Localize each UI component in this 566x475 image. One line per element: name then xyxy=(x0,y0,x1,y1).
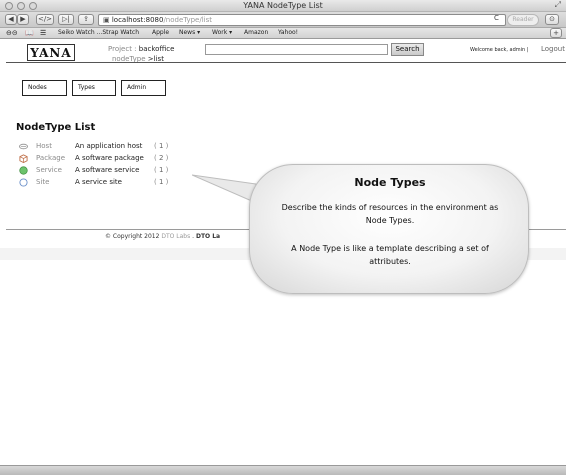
nodetype-description: An application host xyxy=(75,142,143,150)
node-types-callout: Node Types Describe the kinds of resourc… xyxy=(249,164,529,294)
bookmark-item[interactable]: Amazon xyxy=(244,29,268,36)
site-icon: ▣ xyxy=(103,16,112,24)
footer-separator: . xyxy=(192,233,195,240)
site-icon xyxy=(19,178,28,187)
service-icon xyxy=(19,166,28,175)
window-titlebar: YANA NodeType List ⤢ xyxy=(0,0,566,12)
callout-text-2: A Node Type is like a template describin… xyxy=(291,244,489,266)
yana-logo[interactable]: YANA xyxy=(27,44,75,61)
share-button[interactable]: ⇪ xyxy=(78,14,94,25)
window-title: YANA NodeType List xyxy=(243,1,323,10)
media-button[interactable]: ▷| xyxy=(58,14,74,25)
header-divider xyxy=(6,62,566,63)
reader-button[interactable]: Reader xyxy=(507,14,539,26)
callout-text-1: Describe the kinds of resources in the e… xyxy=(281,203,499,225)
fullscreen-icon[interactable]: ⤢ xyxy=(555,0,561,10)
nodetype-count[interactable]: ( 1 ) xyxy=(154,165,168,176)
project-label: Project : xyxy=(108,45,137,53)
downloads-button[interactable]: ⊙ xyxy=(545,14,559,25)
url-host: localhost:8080 xyxy=(111,16,164,24)
list-item: Host An application host ( 1 ) xyxy=(19,141,259,152)
back-button[interactable]: ◀ xyxy=(5,14,17,25)
dtolabs-link-2[interactable]: DTO La xyxy=(196,233,220,240)
add-tab-button[interactable]: + xyxy=(550,28,562,38)
copyright-text: © Copyright 2012 xyxy=(105,233,160,240)
package-icon xyxy=(19,154,28,163)
page-title: NodeType List xyxy=(16,122,96,133)
forward-button[interactable]: ▶ xyxy=(17,14,29,25)
nodetype-count[interactable]: ( 1 ) xyxy=(154,141,168,152)
bookmark-item[interactable]: Work ▾ xyxy=(212,29,232,36)
nodetype-name[interactable]: Site xyxy=(36,177,49,188)
search-button[interactable]: Search xyxy=(391,43,424,56)
nodetype-name[interactable]: Service xyxy=(36,165,62,176)
nodetype-description: A service site xyxy=(75,178,122,186)
project-value[interactable]: backoffice xyxy=(139,45,175,53)
welcome-text: Welcome back, admin | xyxy=(470,47,529,53)
nodetype-name[interactable]: Package xyxy=(36,153,65,164)
bookmark-item[interactable]: Yahoo! xyxy=(278,29,298,36)
nodetype-count[interactable]: ( 1 ) xyxy=(154,177,168,188)
browser-toolbar: ◀ ▶ </> ▷| ⇪ ▣ localhost:8080/nodeType/l… xyxy=(0,12,566,28)
bookmarks-icon[interactable]: 📖 xyxy=(25,29,34,37)
window-status-bar xyxy=(0,465,566,475)
nav-admin[interactable]: Admin xyxy=(121,80,166,96)
code-view-button[interactable]: </> xyxy=(36,14,54,25)
logout-link[interactable]: Logout xyxy=(541,45,565,53)
nodetype-count[interactable]: ( 2 ) xyxy=(154,153,168,164)
bookmark-item[interactable]: Apple xyxy=(152,29,169,36)
callout-title: Node Types xyxy=(354,176,426,189)
footer: © Copyright 2012 DTO Labs . DTO La xyxy=(105,233,220,240)
list-item: Package A software package ( 2 ) xyxy=(19,153,259,164)
search-input[interactable] xyxy=(205,44,388,55)
reload-icon[interactable]: C xyxy=(494,14,499,22)
top-sites-icon[interactable]: ☰ xyxy=(40,29,46,37)
dtolabs-link[interactable]: DTO Labs xyxy=(161,233,190,240)
reading-list-icon[interactable]: ⊖⊝ xyxy=(6,29,18,37)
nodetype-description: A software service xyxy=(75,166,140,174)
address-bar[interactable]: ▣ localhost:8080/nodeType/list xyxy=(98,14,506,26)
bookmarks-bar: ⊖⊝ 📖 ☰ Seiko Watch ...Strap Watch Apple … xyxy=(0,28,566,39)
project-info: Project : backoffice nodeType >list xyxy=(108,44,174,64)
nodetype-description: A software package xyxy=(75,154,144,162)
nav-types[interactable]: Types xyxy=(72,80,116,96)
nav-nodes[interactable]: Nodes xyxy=(22,80,67,96)
nodetype-name[interactable]: Host xyxy=(36,141,52,152)
host-icon xyxy=(19,143,28,150)
bookmark-item[interactable]: News ▾ xyxy=(179,29,200,36)
bookmark-item[interactable]: Seiko Watch ...Strap Watch xyxy=(58,29,139,36)
url-path: /nodeType/list xyxy=(163,16,212,24)
